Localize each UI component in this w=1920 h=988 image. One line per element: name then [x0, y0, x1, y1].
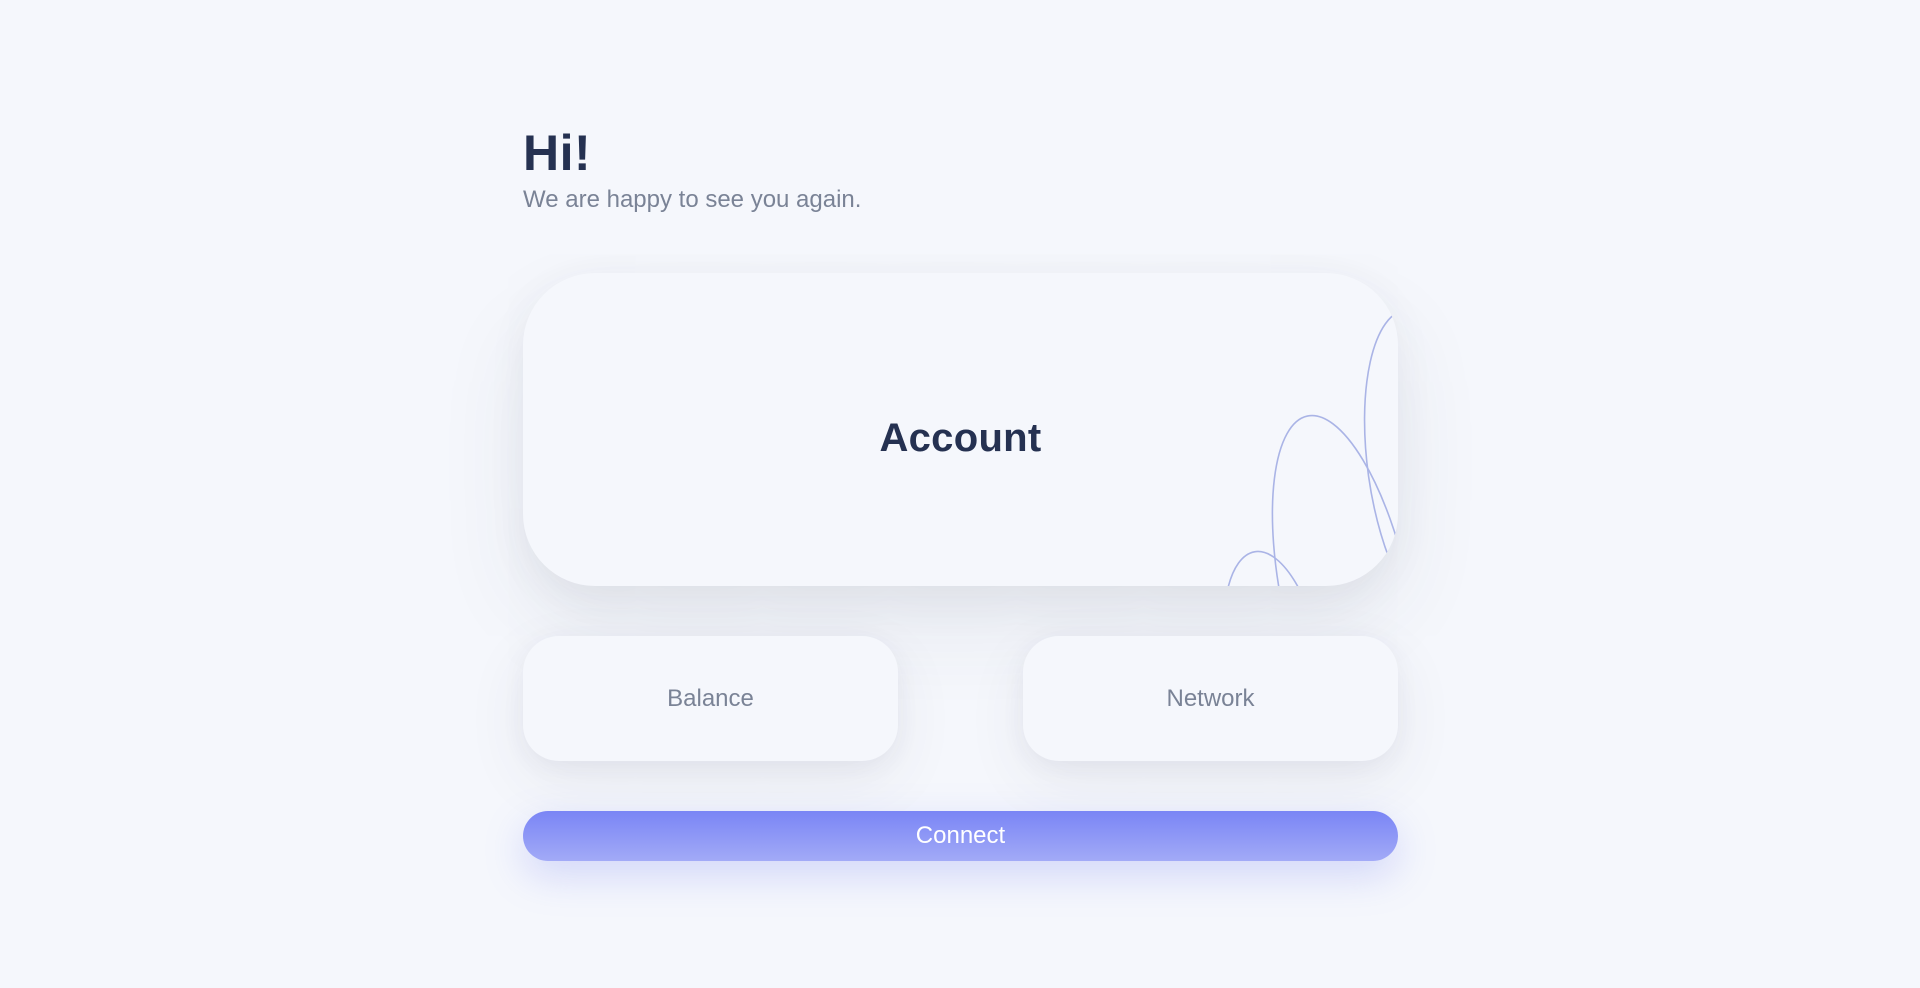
- main-content: Hi! We are happy to see you again. Accou…: [523, 125, 1398, 861]
- network-card[interactable]: Network: [1023, 636, 1398, 761]
- network-label: Network: [1166, 684, 1255, 712]
- login-page: Hi! We are happy to see you again. Accou…: [0, 0, 1920, 988]
- connect-button[interactable]: Connect: [523, 811, 1398, 861]
- balance-label: Balance: [667, 684, 754, 712]
- account-label: Account: [879, 416, 1042, 460]
- account-card[interactable]: Account: [523, 273, 1398, 586]
- greeting-subtitle: We are happy to see you again.: [523, 186, 862, 213]
- greeting-title: Hi!: [523, 125, 592, 181]
- balance-card[interactable]: Balance: [523, 636, 898, 761]
